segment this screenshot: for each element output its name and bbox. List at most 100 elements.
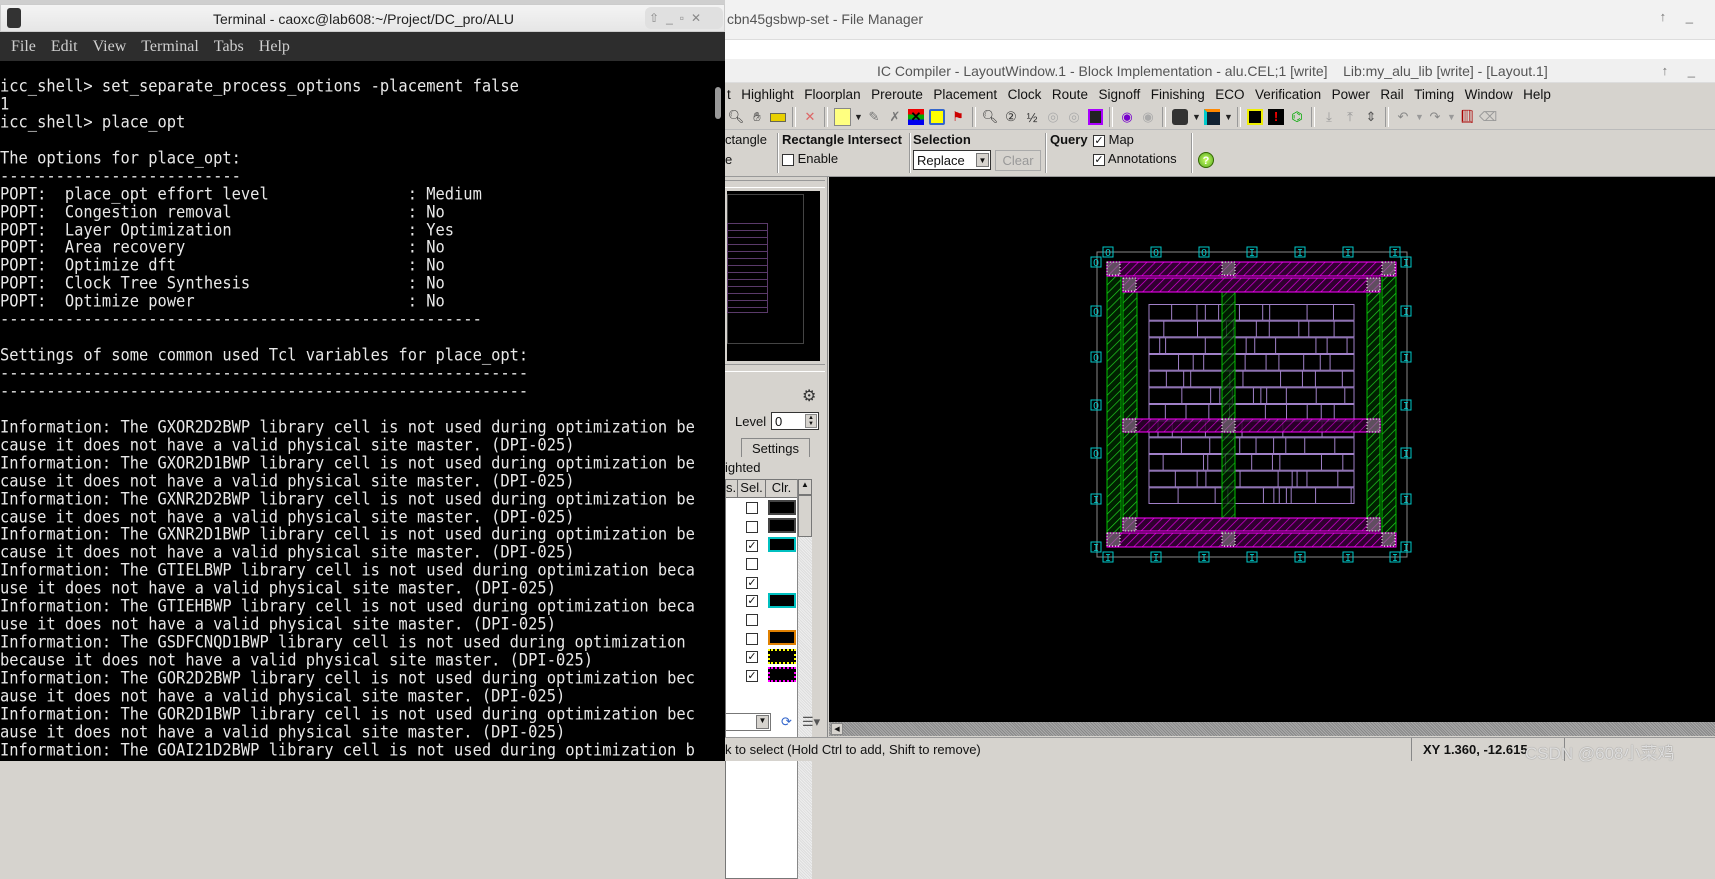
pin-top[interactable]: O <box>1198 246 1210 259</box>
menu-rail[interactable]: Rail <box>1380 87 1403 102</box>
pin-bottom[interactable]: I <box>1246 551 1258 564</box>
select-checkbox[interactable] <box>746 558 758 571</box>
clear-rulers-icon[interactable]: ✕ <box>801 108 819 126</box>
pan-hand-icon[interactable]: ✋︎ <box>748 108 766 126</box>
layer-panel-header[interactable] <box>725 364 825 372</box>
layer-color-swatch[interactable] <box>767 518 796 534</box>
pin-bottom[interactable]: I <box>1389 551 1401 564</box>
overview-minimap[interactable] <box>727 191 820 361</box>
scroll-up-icon[interactable]: ▲ <box>798 479 812 495</box>
menu-window[interactable]: Window <box>1465 87 1513 102</box>
move-down-icon[interactable]: ⤓ <box>1320 108 1338 126</box>
zoom-in-2x-icon[interactable]: ② <box>1002 108 1020 126</box>
book-icon[interactable]: 📕︎ <box>1458 108 1476 126</box>
pin-top[interactable]: O <box>1150 246 1162 259</box>
layout-canvas[interactable]: OIOIOIIIIIIIIIOIOIOIOIOIIIII <box>829 177 1715 722</box>
pin-bottom[interactable]: I <box>1342 551 1354 564</box>
chevron-down-icon[interactable]: ▼ <box>1415 112 1424 122</box>
terminal-menu-view[interactable]: View <box>93 38 127 56</box>
layer-view-icon[interactable] <box>1171 108 1189 126</box>
layout-view[interactable]: OIOIOIIIIIIIIIO IO IO IO IO II II I <box>829 177 1715 722</box>
select-checkbox[interactable] <box>746 613 758 626</box>
menu-route[interactable]: Route <box>1052 87 1088 102</box>
menu-clock[interactable]: Clock <box>1008 87 1042 102</box>
pin-left[interactable]: O <box>1090 256 1102 269</box>
select-checkbox-checked[interactable]: ✓ <box>746 539 758 552</box>
pin-bottom[interactable]: I <box>1198 551 1210 564</box>
pin-left[interactable]: O <box>1090 351 1102 364</box>
help-icon[interactable]: ? <box>1198 152 1214 168</box>
menu-placement[interactable]: Placement <box>933 87 997 102</box>
pin-bottom[interactable]: I <box>1102 551 1114 564</box>
route-icon[interactable]: ⌬ <box>1288 108 1306 126</box>
select-checkbox-checked[interactable]: ✓ <box>746 576 758 589</box>
checkbox-checked[interactable]: ✓ <box>1093 134 1105 147</box>
select-checkbox[interactable] <box>746 520 758 533</box>
zoom-fit-icon[interactable]: 🔍︎ <box>981 108 999 126</box>
layer-color-swatch[interactable] <box>767 536 796 552</box>
terminal-menu-edit[interactable]: Edit <box>51 38 78 56</box>
spin-arrows-icon[interactable]: ▲ ▼ <box>805 414 817 428</box>
menu-t[interactable]: t <box>727 87 731 102</box>
align-icon[interactable]: ⇕ <box>1362 108 1380 126</box>
zoom-previous-icon[interactable]: ◎ <box>1044 108 1062 126</box>
menu-signoff[interactable]: Signoff <box>1098 87 1140 102</box>
enable-checkbox[interactable]: Enable <box>782 151 838 166</box>
chevron-down-icon[interactable]: ▼ <box>1192 112 1201 122</box>
chevron-down-icon[interactable]: ▼ <box>854 112 863 122</box>
select-checkbox[interactable] <box>746 502 758 515</box>
clear-button[interactable]: Clear <box>995 150 1041 171</box>
chevron-down-icon[interactable]: ▼ <box>976 153 989 167</box>
pin-bottom[interactable]: I <box>1150 551 1162 564</box>
level-spinbox[interactable]: 0 ▲ ▼ <box>771 412 819 430</box>
icc-window-controls[interactable]: ↑ _ <box>1662 63 1703 78</box>
scroll-thumb[interactable] <box>798 495 812 537</box>
column-header-sel[interactable]: Sel. <box>738 480 766 497</box>
pin-right[interactable]: I <box>1400 351 1412 364</box>
zoom-next-icon[interactable]: ◎ <box>1065 108 1083 126</box>
chevron-down-icon[interactable]: ▼ <box>1447 112 1456 122</box>
pin-right[interactable]: I <box>1400 399 1412 412</box>
terminal-window-controls[interactable]: ⇧_▫✕ <box>645 7 723 29</box>
pin-bottom[interactable]: I <box>1294 551 1306 564</box>
list-menu-icon[interactable]: ☰▾ <box>802 714 820 730</box>
map-checkbox[interactable]: ✓ Map <box>1093 132 1134 147</box>
redo-icon[interactable]: ↷ <box>1426 108 1444 126</box>
select-checkbox-checked[interactable]: ✓ <box>746 669 758 682</box>
annotations-checkbox[interactable]: ✓ Annotations <box>1093 151 1177 166</box>
pin-top[interactable]: I <box>1389 246 1401 259</box>
zoom-out-icon[interactable]: 🔍︎ <box>727 108 745 126</box>
chevron-down-icon[interactable]: ▼ <box>756 715 769 729</box>
gear-icon[interactable]: ⚙ <box>802 386 816 406</box>
undo-icon[interactable]: ↶ <box>1394 108 1412 126</box>
pin-left[interactable]: O <box>1090 305 1102 318</box>
pin-top[interactable]: I <box>1246 246 1258 259</box>
layer-preset-select[interactable]: ▼ <box>725 713 771 731</box>
scroll-thumb[interactable] <box>715 87 721 119</box>
checkbox-checked[interactable]: ✓ <box>1093 153 1105 166</box>
pin-left[interactable]: I <box>1090 493 1102 506</box>
pin-top[interactable]: O <box>1102 246 1114 259</box>
canvas-horizontal-scrollbar[interactable]: ◀ <box>829 722 1715 736</box>
terminal-scrollbar[interactable] <box>712 61 725 761</box>
pin-top[interactable]: I <box>1294 246 1306 259</box>
column-header-vis[interactable]: s. <box>726 480 738 497</box>
flag-icon[interactable]: ⚑ <box>949 108 967 126</box>
file-manager-titlebar[interactable]: cbn45gsbwp-set - File Manager ↑ _ <box>725 0 1715 40</box>
terminal-menu-terminal[interactable]: Terminal <box>141 38 199 56</box>
pin-left[interactable]: O <box>1090 399 1102 412</box>
overview-panel-header[interactable] <box>725 180 825 188</box>
selection-mode-select[interactable]: Replace ▼ <box>913 150 991 170</box>
move-up-icon[interactable]: ⤒ <box>1341 108 1359 126</box>
terminal-menu-file[interactable]: File <box>11 38 36 56</box>
highlight-color-icon[interactable] <box>833 108 851 126</box>
icc-titlebar[interactable]: IC Compiler - LayoutWindow.1 - Block Imp… <box>725 59 1715 83</box>
waveform-icon[interactable] <box>1203 108 1221 126</box>
pencil-icon[interactable]: ✎ <box>865 108 883 126</box>
select-checkbox[interactable] <box>746 632 758 645</box>
ruler-icon[interactable] <box>769 108 787 126</box>
eraser-icon[interactable]: ⌫ <box>1479 108 1497 126</box>
terminal-titlebar[interactable]: Terminal - caoxc@lab608:~/Project/DC_pro… <box>0 4 725 32</box>
zoom-out-half-icon[interactable]: ½ <box>1023 108 1041 126</box>
menu-highlight[interactable]: Highlight <box>741 87 794 102</box>
